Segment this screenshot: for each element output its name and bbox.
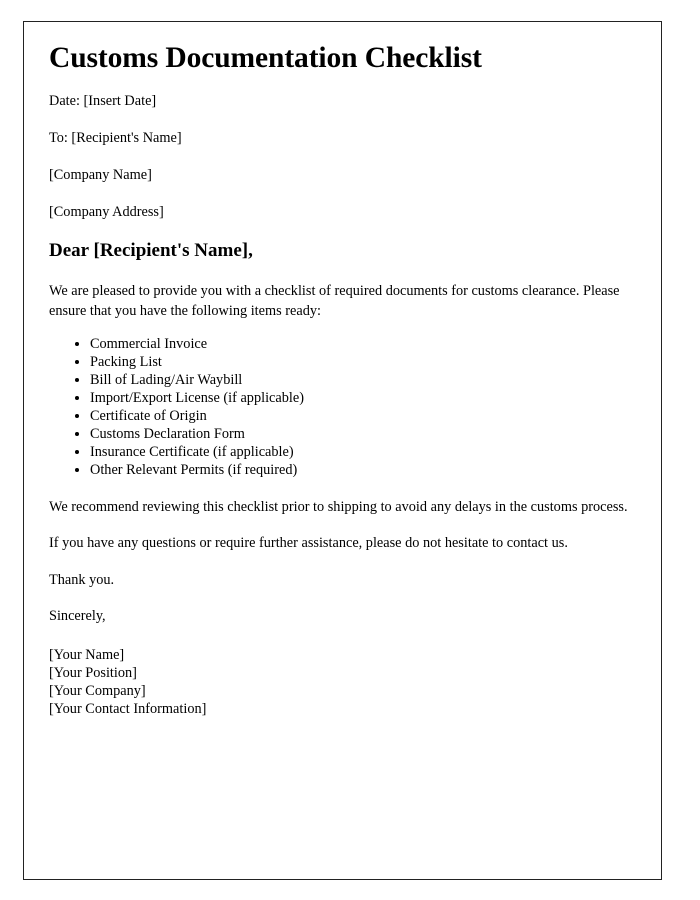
list-item: Certificate of Origin [90,407,634,425]
thanks-line: Thank you. [49,571,115,588]
list-item: Packing List [90,353,634,371]
list-item: Commercial Invoice [90,335,634,353]
list-item: Other Relevant Permits (if required) [90,461,634,479]
signature-name: [Your Name] [49,646,125,663]
salutation: Dear [Recipient's Name], [49,240,253,262]
page-title: Customs Documentation Checklist [49,42,482,74]
signature-company: [Your Company] [49,682,146,699]
signature-position: [Your Position] [49,664,137,681]
meta-line-company-name: [Company Name] [49,166,152,183]
list-item: Bill of Lading/Air Waybill [90,371,634,389]
assistance-paragraph: If you have any questions or require fur… [49,535,568,552]
meta-line-company-address: [Company Address] [49,203,164,220]
meta-line-date: Date: [Insert Date] [49,92,157,109]
signature-contact: [Your Contact Information] [49,700,207,717]
list-item: Import/Export License (if applicable) [90,389,634,407]
closing-line: Sincerely, [49,608,106,625]
letter-header-block: Date: [Insert Date] To: [Recipient's Nam… [49,93,634,220]
recommendation-paragraph: We recommend reviewing this checklist pr… [49,499,628,516]
intro-paragraph: We are pleased to provide you with a che… [49,283,620,319]
list-item: Insurance Certificate (if applicable) [90,443,634,461]
checklist: Commercial Invoice Packing List Bill of … [49,335,634,479]
document-page: Customs Documentation Checklist Date: [I… [23,21,662,880]
meta-line-recipient: To: [Recipient's Name] [49,129,182,146]
signature-block: [Your Name] [Your Position] [Your Compan… [49,646,634,718]
list-item: Customs Declaration Form [90,425,634,443]
document-content: Customs Documentation Checklist Date: [I… [49,42,634,718]
